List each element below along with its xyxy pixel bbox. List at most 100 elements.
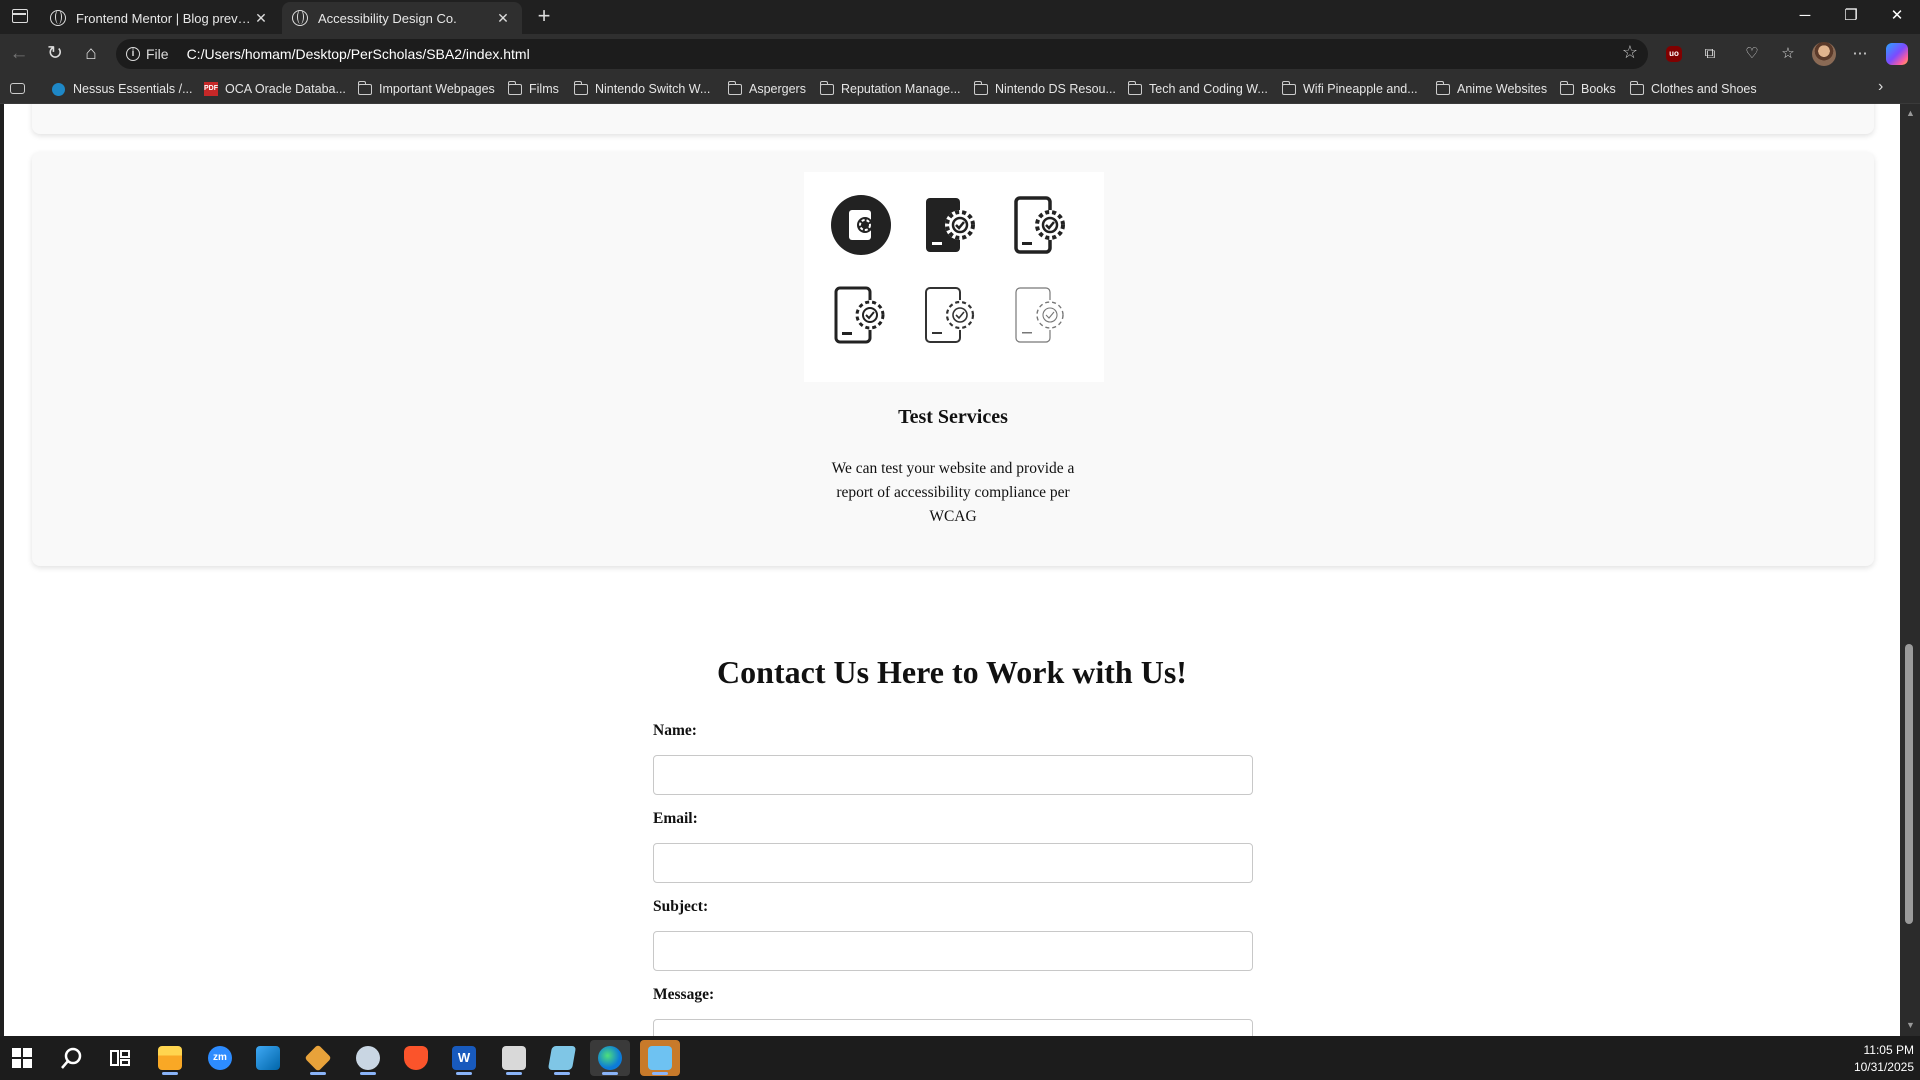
scroll-down-arrow-icon[interactable]: ▼ xyxy=(1906,1020,1915,1030)
more-options-icon[interactable]: ⋯ xyxy=(1848,42,1872,66)
vscode-icon xyxy=(256,1046,280,1070)
contact-heading: Contact Us Here to Work with Us! xyxy=(717,654,1187,690)
favorites-icon[interactable]: ☆ xyxy=(1776,42,1800,66)
info-icon[interactable]: i xyxy=(126,47,140,61)
task-view-button[interactable] xyxy=(100,1040,140,1076)
bookmark-folder[interactable]: Nintendo DS Resou... xyxy=(974,79,1116,99)
service-card: Test Services We can test your website a… xyxy=(32,152,1874,566)
taskbar-file-explorer[interactable] xyxy=(150,1040,190,1076)
clock-time: 11:05 PM xyxy=(1863,1043,1914,1057)
bookmark-folder[interactable]: Anime Websites xyxy=(1436,79,1547,99)
folder-icon xyxy=(1128,80,1142,95)
email-input[interactable] xyxy=(653,843,1253,883)
bookmark-folder[interactable]: Reputation Manage... xyxy=(820,79,961,99)
scroll-up-arrow-icon[interactable]: ▲ xyxy=(1906,108,1915,118)
bookmark-folder[interactable]: Nintendo Switch W... xyxy=(574,79,710,99)
search-icon xyxy=(61,1047,82,1069)
address-scheme-label: File xyxy=(146,46,169,62)
folder-icon xyxy=(158,1046,182,1070)
browser-essentials-icon[interactable]: ♡ xyxy=(1740,42,1764,66)
taskbar-paint[interactable] xyxy=(640,1040,680,1076)
tab-accessibility-design[interactable]: Accessibility Design Co. ✕ xyxy=(282,2,522,34)
close-window-icon[interactable]: ✕ xyxy=(1874,0,1920,34)
subject-input[interactable] xyxy=(653,931,1253,971)
taskbar-app-2[interactable] xyxy=(494,1040,534,1076)
page-scrollbar[interactable]: ▲ ▼ xyxy=(1900,104,1920,1036)
name-input[interactable] xyxy=(653,755,1253,795)
edge-icon xyxy=(598,1046,622,1070)
app-icon xyxy=(356,1046,380,1070)
bookmark-folder[interactable]: Aspergers xyxy=(728,79,806,99)
app-icon xyxy=(502,1046,526,1070)
subject-label: Subject: xyxy=(653,898,709,915)
email-label: Email: xyxy=(653,810,698,827)
folder-icon xyxy=(1560,80,1574,95)
zoom-icon: zm xyxy=(208,1046,232,1070)
taskbar-word[interactable]: W xyxy=(444,1040,484,1076)
pdf-icon: PDF xyxy=(204,82,218,96)
back-icon[interactable]: ← xyxy=(4,40,34,68)
extensions-puzzle-icon[interactable]: ⧉ xyxy=(1698,42,1722,66)
bookmark-folder[interactable]: Films xyxy=(508,79,559,99)
close-tab-icon[interactable]: ✕ xyxy=(494,10,512,27)
word-icon: W xyxy=(452,1046,476,1070)
bookmark-folder[interactable]: Wifi Pineapple and... xyxy=(1282,79,1418,99)
folder-icon xyxy=(1282,80,1296,95)
message-textarea[interactable] xyxy=(653,1019,1253,1036)
taskbar-app[interactable] xyxy=(348,1040,388,1076)
new-tab-button[interactable]: + xyxy=(530,3,558,31)
task-view-icon xyxy=(110,1050,130,1066)
device-gear-icon xyxy=(926,198,975,252)
refresh-icon[interactable]: ↻ xyxy=(40,40,70,68)
system-clock[interactable]: 11:05 PM 10/31/2025 xyxy=(1854,1042,1914,1076)
taskbar-edge[interactable] xyxy=(590,1040,630,1076)
folder-icon xyxy=(820,80,834,95)
close-tab-icon[interactable]: ✕ xyxy=(252,10,270,27)
scrollbar-thumb[interactable] xyxy=(1905,644,1913,924)
globe-icon xyxy=(50,10,66,26)
taskbar-brave[interactable] xyxy=(396,1040,436,1076)
page-viewport: Test Services We can test your website a… xyxy=(4,104,1900,1036)
tab-title: Frontend Mentor | Blog preview card xyxy=(76,10,252,26)
taskbar-vscode[interactable] xyxy=(248,1040,288,1076)
device-gear-icon xyxy=(834,286,885,344)
minimize-icon[interactable]: ─ xyxy=(1782,0,1828,34)
tab-frontend-mentor[interactable]: Frontend Mentor | Blog preview card ✕ xyxy=(40,2,280,34)
message-label: Message: xyxy=(653,986,715,1003)
bookmarks-overflow-chevron-icon[interactable]: › xyxy=(1878,78,1883,96)
restore-icon[interactable]: ❐ xyxy=(1828,0,1874,34)
address-bar[interactable]: i File C:/Users/homam/Desktop/PerScholas… xyxy=(116,39,1648,69)
address-url[interactable]: C:/Users/homam/Desktop/PerScholas/SBA2/i… xyxy=(187,46,530,62)
tab-actions-icon[interactable] xyxy=(12,9,28,23)
taskbar-zoom[interactable]: zm xyxy=(200,1040,240,1076)
favorite-star-icon[interactable]: ☆ xyxy=(1622,42,1638,63)
name-label: Name: xyxy=(653,722,697,739)
home-icon[interactable]: ⌂ xyxy=(76,40,106,68)
ublock-extension-icon[interactable]: uo xyxy=(1666,46,1682,62)
folder-icon xyxy=(1436,80,1450,95)
bookmark-folder[interactable]: Tech and Coding W... xyxy=(1128,79,1268,99)
notepad-icon xyxy=(547,1046,577,1070)
profile-avatar[interactable] xyxy=(1812,42,1836,66)
copilot-icon[interactable] xyxy=(1886,43,1908,65)
bookmark-item[interactable]: Nessus Essentials /... xyxy=(52,79,193,99)
service-title: Test Services xyxy=(898,406,1008,428)
test-services-image xyxy=(804,172,1104,382)
folder-icon xyxy=(574,80,588,95)
windows-logo-icon xyxy=(12,1048,32,1068)
browser-title-bar: Frontend Mentor | Blog preview card ✕ Ac… xyxy=(0,0,1920,34)
device-gear-icon xyxy=(1014,196,1065,254)
bookmark-folder[interactable]: Clothes and Shoes xyxy=(1630,79,1757,99)
git-icon xyxy=(304,1044,332,1072)
collections-icon[interactable] xyxy=(10,83,25,94)
bookmark-folder[interactable]: Books xyxy=(1560,79,1616,99)
bookmark-folder[interactable]: Important Webpages xyxy=(358,79,495,99)
taskbar-git[interactable] xyxy=(298,1040,338,1076)
folder-icon xyxy=(508,80,522,95)
start-button[interactable] xyxy=(2,1040,42,1076)
search-button[interactable] xyxy=(52,1040,92,1076)
bookmark-item[interactable]: PDF OCA Oracle Databa... xyxy=(204,79,346,99)
device-gear-icon xyxy=(925,287,975,343)
taskbar-notepad[interactable] xyxy=(542,1040,582,1076)
tab-title: Accessibility Design Co. xyxy=(318,10,457,26)
